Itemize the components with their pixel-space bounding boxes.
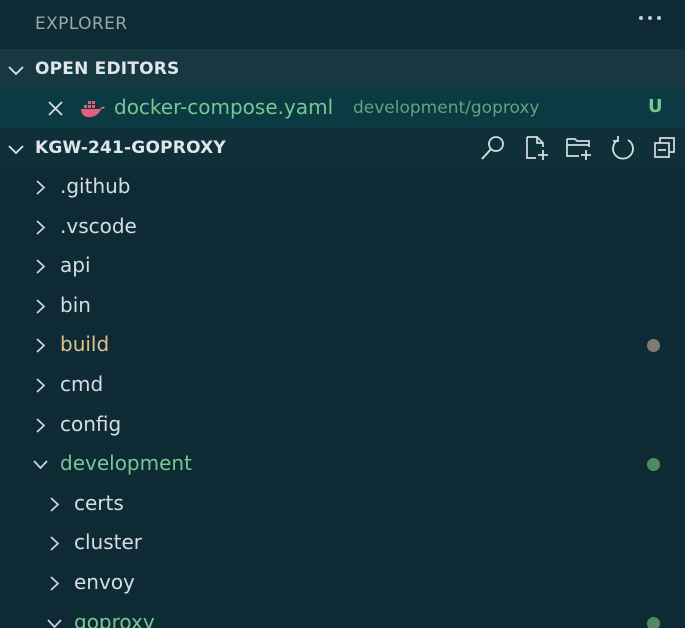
tree-item-api[interactable]: api	[0, 247, 685, 286]
git-status-dot	[647, 458, 660, 471]
chevron-right-icon	[36, 378, 46, 393]
collapse-all-icon[interactable]	[652, 134, 680, 162]
open-editors-header[interactable]: OPEN EDITORS	[0, 49, 685, 89]
git-status-dot	[647, 617, 660, 628]
chevron-right-icon	[36, 180, 46, 195]
docker-icon	[81, 101, 105, 118]
project-name: KGW-241-GOPROXY	[35, 138, 226, 158]
explorer-title-label: EXPLORER	[35, 14, 128, 34]
more-actions-icon[interactable]	[637, 10, 663, 30]
chevron-right-icon	[36, 259, 46, 274]
search-icon[interactable]	[479, 134, 507, 162]
chevron-down-icon	[8, 145, 24, 155]
explorer-title: EXPLORER	[0, 0, 685, 48]
open-editor-item[interactable]: docker-compose.yaml development/goproxy …	[0, 89, 685, 128]
chevron-right-icon	[50, 536, 60, 551]
chevron-right-icon	[36, 338, 46, 353]
editor-filename: docker-compose.yaml	[114, 95, 334, 119]
tree-item-label: bin	[60, 293, 91, 317]
chevron-right-icon	[50, 576, 60, 591]
open-editors-label: OPEN EDITORS	[35, 59, 180, 79]
tree-item-envoy[interactable]: envoy	[0, 564, 685, 603]
new-folder-icon[interactable]	[565, 134, 593, 162]
tree-item-label: .github	[60, 174, 131, 198]
chevron-right-icon	[36, 220, 46, 235]
untracked-badge: U	[648, 96, 663, 117]
tree-item-build[interactable]: build	[0, 326, 685, 365]
chevron-right-icon	[50, 497, 60, 512]
chevron-down-icon	[8, 66, 24, 76]
tree-item-development[interactable]: development	[0, 445, 685, 484]
tree-item-certs[interactable]: certs	[0, 485, 685, 524]
tree-item-label: build	[60, 332, 110, 356]
editor-path: development/goproxy	[353, 98, 540, 118]
refresh-icon[interactable]	[609, 134, 637, 162]
tree-item-label: cmd	[60, 372, 104, 396]
tree-item-label: goproxy	[74, 610, 155, 628]
tree-item-label: certs	[74, 491, 124, 515]
chevron-right-icon	[36, 299, 46, 314]
git-status-dot	[647, 339, 660, 352]
tree-item-label: envoy	[74, 570, 135, 594]
tree-item-dot-vscode[interactable]: .vscode	[0, 208, 685, 247]
tree-item-goproxy[interactable]: goproxy	[0, 604, 685, 628]
tree-item-cluster[interactable]: cluster	[0, 524, 685, 563]
tree-item-label: cluster	[74, 530, 143, 554]
tree-item-label: development	[60, 451, 192, 475]
chevron-right-icon	[36, 418, 46, 433]
tree-item-label: config	[60, 412, 122, 436]
tree-item-label: .vscode	[60, 214, 137, 238]
tree-item-cmd[interactable]: cmd	[0, 366, 685, 405]
chevron-down-icon	[47, 619, 62, 628]
new-file-icon[interactable]	[523, 134, 551, 162]
tree-item-bin[interactable]: bin	[0, 287, 685, 326]
close-icon[interactable]	[46, 99, 65, 118]
explorer-panel: EXPLORER OPEN EDITORS docker-compose.yam…	[0, 0, 685, 628]
chevron-down-icon	[33, 460, 48, 470]
tree-item-label: api	[60, 253, 91, 277]
tree-item-config[interactable]: config	[0, 406, 685, 445]
tree-item-dot-github[interactable]: .github	[0, 168, 685, 207]
